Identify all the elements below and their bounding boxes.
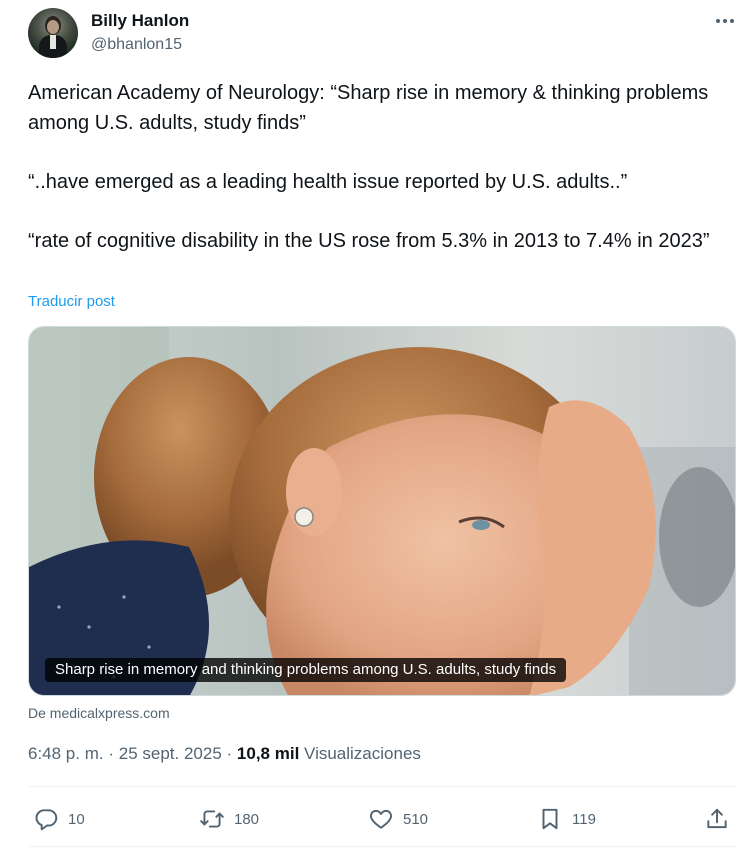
bookmark-icon bbox=[537, 806, 563, 832]
preview-caption: Sharp rise in memory and thinking proble… bbox=[45, 658, 567, 682]
like-count: 510 bbox=[403, 810, 429, 828]
share-upload-icon bbox=[704, 806, 730, 832]
like-button[interactable]: 510 bbox=[368, 802, 428, 836]
meta-separator: · bbox=[108, 744, 115, 763]
divider bbox=[28, 786, 736, 787]
meta-separator: · bbox=[226, 744, 233, 763]
reply-count: 10 bbox=[68, 810, 85, 828]
avatar[interactable] bbox=[28, 8, 78, 58]
post-paragraph: “..have emerged as a leading health issu… bbox=[28, 171, 628, 193]
link-preview-card[interactable]: Sharp rise in memory and thinking proble… bbox=[28, 326, 736, 696]
bookmark-button[interactable]: 119 bbox=[537, 802, 596, 836]
views-label: Visualizaciones bbox=[304, 744, 421, 763]
repost-count: 180 bbox=[234, 810, 260, 828]
post-paragraph: “rate of cognitive disability in the US … bbox=[28, 230, 710, 252]
repost-button[interactable]: 180 bbox=[199, 802, 259, 836]
reply-button[interactable]: 10 bbox=[33, 802, 85, 836]
more-options-icon[interactable] bbox=[712, 8, 738, 34]
post-time[interactable]: 6:48 p. m. bbox=[28, 744, 104, 763]
author-handle[interactable]: @bhanlon15 bbox=[91, 36, 182, 54]
preview-image bbox=[29, 327, 735, 695]
post-card: Billy Hanlon @bhanlon15 American Academy… bbox=[0, 0, 756, 850]
link-source[interactable]: De medicalxpress.com bbox=[28, 705, 170, 721]
repost-arrows-icon bbox=[199, 806, 225, 832]
post-text: American Academy of Neurology: “Sharp ri… bbox=[28, 78, 728, 256]
bookmark-count: 119 bbox=[572, 810, 596, 828]
post-date[interactable]: 25 sept. 2025 bbox=[119, 744, 222, 763]
reply-bubble-icon bbox=[33, 806, 59, 832]
post-paragraph: American Academy of Neurology: “Sharp ri… bbox=[28, 82, 709, 134]
divider bbox=[28, 846, 736, 847]
views-count: 10,8 mil bbox=[236, 744, 300, 763]
author-display-name[interactable]: Billy Hanlon bbox=[91, 11, 189, 31]
translate-post-link[interactable]: Traducir post bbox=[28, 293, 115, 310]
heart-icon bbox=[368, 806, 394, 832]
post-meta: 6:48 p. m. · 25 sept. 2025 · 10,8 mil Vi… bbox=[28, 744, 421, 764]
share-button[interactable] bbox=[704, 802, 730, 836]
